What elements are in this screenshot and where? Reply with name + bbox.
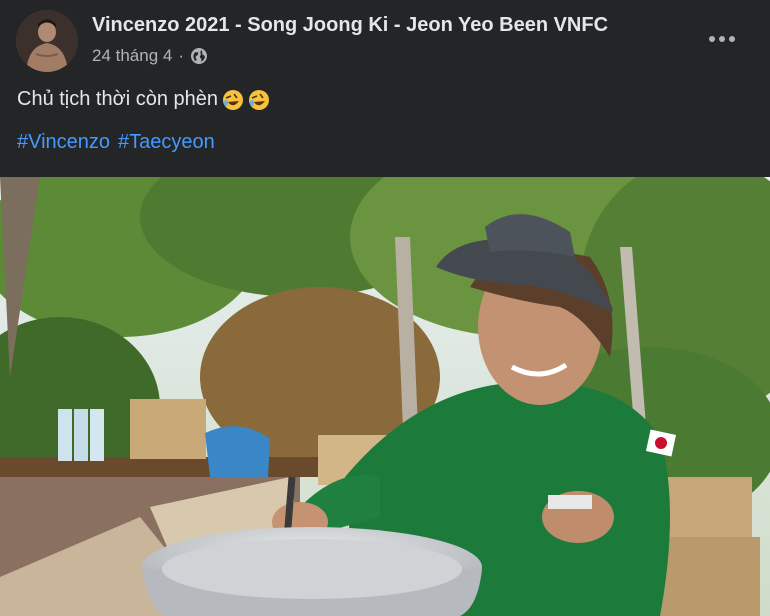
author-avatar[interactable] [16,10,78,72]
hashtag-link[interactable]: #Vincenzo [17,131,110,154]
more-options-icon [709,36,715,42]
post-caption: Chủ tịch thời còn phèn [17,88,270,111]
post-meta: 24 tháng 4 · [92,46,208,66]
globe-icon[interactable] [190,47,208,65]
author-name[interactable]: Vincenzo 2021 - Song Joong Ki - Jeon Yeo… [92,14,608,37]
hashtag-link[interactable]: #Taecyeon [118,131,215,154]
post-date[interactable]: 24 tháng 4 [92,46,172,66]
rolling-on-floor-laughing-emoji [223,89,244,110]
more-options-dot [719,36,725,42]
meta-separator: · [178,46,185,65]
post-header: Vincenzo 2021 - Song Joong Ki - Jeon Yeo… [0,0,770,80]
post-photo[interactable] [0,177,770,616]
post-hashtags: #Vincenzo #Taecyeon [17,131,215,154]
rolling-on-floor-laughing-emoji [249,89,270,110]
more-options-button[interactable] [702,22,742,56]
more-options-dot [729,36,735,42]
caption-text: Chủ tịch thời còn phèn [17,88,219,110]
